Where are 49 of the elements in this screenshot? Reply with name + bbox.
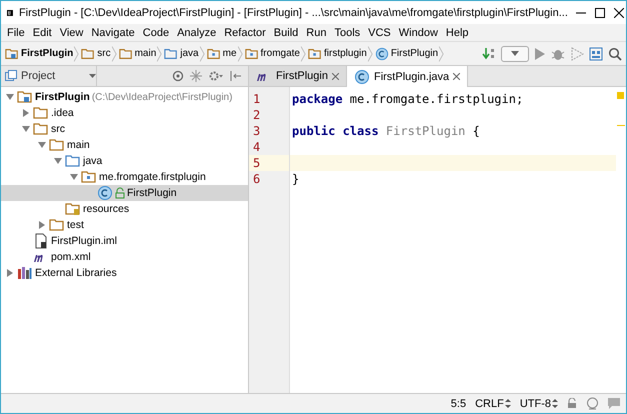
encoding-selector[interactable]: UTF-8 (520, 398, 558, 410)
menu-item[interactable]: File (3, 26, 29, 38)
breadcrumb[interactable]: me (206, 46, 238, 60)
breadcrumb[interactable]: FirstPlugin (374, 46, 440, 60)
editor-tab[interactable]: FirstPlugin.java (346, 66, 468, 87)
code-line: public class FirstPlugin { (291, 123, 481, 139)
module-path: (C:\Dev\IdeaProject\FirstPlugin) (92, 92, 232, 102)
line-separator-selector[interactable]: CRLF (475, 398, 511, 410)
menu-item[interactable]: Code (138, 26, 174, 38)
breadcrumb[interactable]: java (164, 46, 200, 60)
window-title: FirstPlugin - [C:\Dev\IdeaProject\FirstPlugin] - [FirstPlugin] - ...\src\main\java\me\fromgate\firstplugin\FirstPlugin... (18, 6, 568, 18)
line-number: 4 (252, 139, 262, 155)
line-number: 1 (252, 91, 262, 107)
menu-item[interactable]: Edit (28, 26, 56, 38)
menu-item[interactable]: Build (270, 26, 302, 38)
line-number: 6 (252, 171, 262, 187)
tree-item[interactable]: main (1, 137, 248, 153)
menu-item[interactable]: Refactor (220, 26, 270, 38)
menu-item[interactable]: Run (302, 26, 330, 38)
code-line: } (291, 171, 300, 187)
menu-item[interactable]: Help (442, 26, 473, 38)
tree-item[interactable]: resources (1, 201, 248, 217)
breadcrumb[interactable]: main (118, 46, 158, 60)
tree-item[interactable]: .idea (1, 105, 248, 121)
tree-item[interactable]: me.fromgate.firstplugin (1, 169, 248, 185)
editor-tab[interactable]: FirstPlugin (249, 66, 347, 86)
breadcrumb[interactable]: FirstPlugin (5, 46, 74, 60)
menu-item[interactable]: Tools (330, 26, 364, 38)
menu-item[interactable]: View (56, 26, 88, 38)
line-number: 3 (252, 123, 262, 139)
menu-item[interactable]: Window (394, 26, 442, 38)
breadcrumb[interactable]: firstplugin (308, 46, 368, 60)
caret-position[interactable]: 5:5 (450, 398, 466, 410)
tree-item[interactable]: FirstPlugin.iml (1, 233, 248, 249)
tree-item[interactable]: External Libraries (1, 265, 248, 281)
menu-item[interactable]: Analyze (173, 26, 220, 38)
menu-item[interactable]: Navigate (87, 26, 139, 38)
tree-item[interactable]: src (1, 121, 248, 137)
line-number: 2 (252, 107, 262, 123)
line-number: 5 (249, 155, 289, 171)
tree-item[interactable]: FirstPlugin (C:\Dev\IdeaProject\FirstPlugin) (1, 89, 248, 105)
tree-item[interactable]: FirstPlugin (1, 185, 248, 201)
tree-item[interactable]: pom.xml (1, 249, 248, 265)
code-line: package me.fromgate.firstplugin; (291, 91, 524, 107)
breadcrumb[interactable]: fromgate (244, 46, 301, 60)
tree-item[interactable]: java (1, 153, 248, 169)
menu-item[interactable]: VCS (364, 26, 395, 38)
breadcrumb[interactable]: src (81, 46, 112, 60)
tree-item[interactable]: test (1, 217, 248, 233)
